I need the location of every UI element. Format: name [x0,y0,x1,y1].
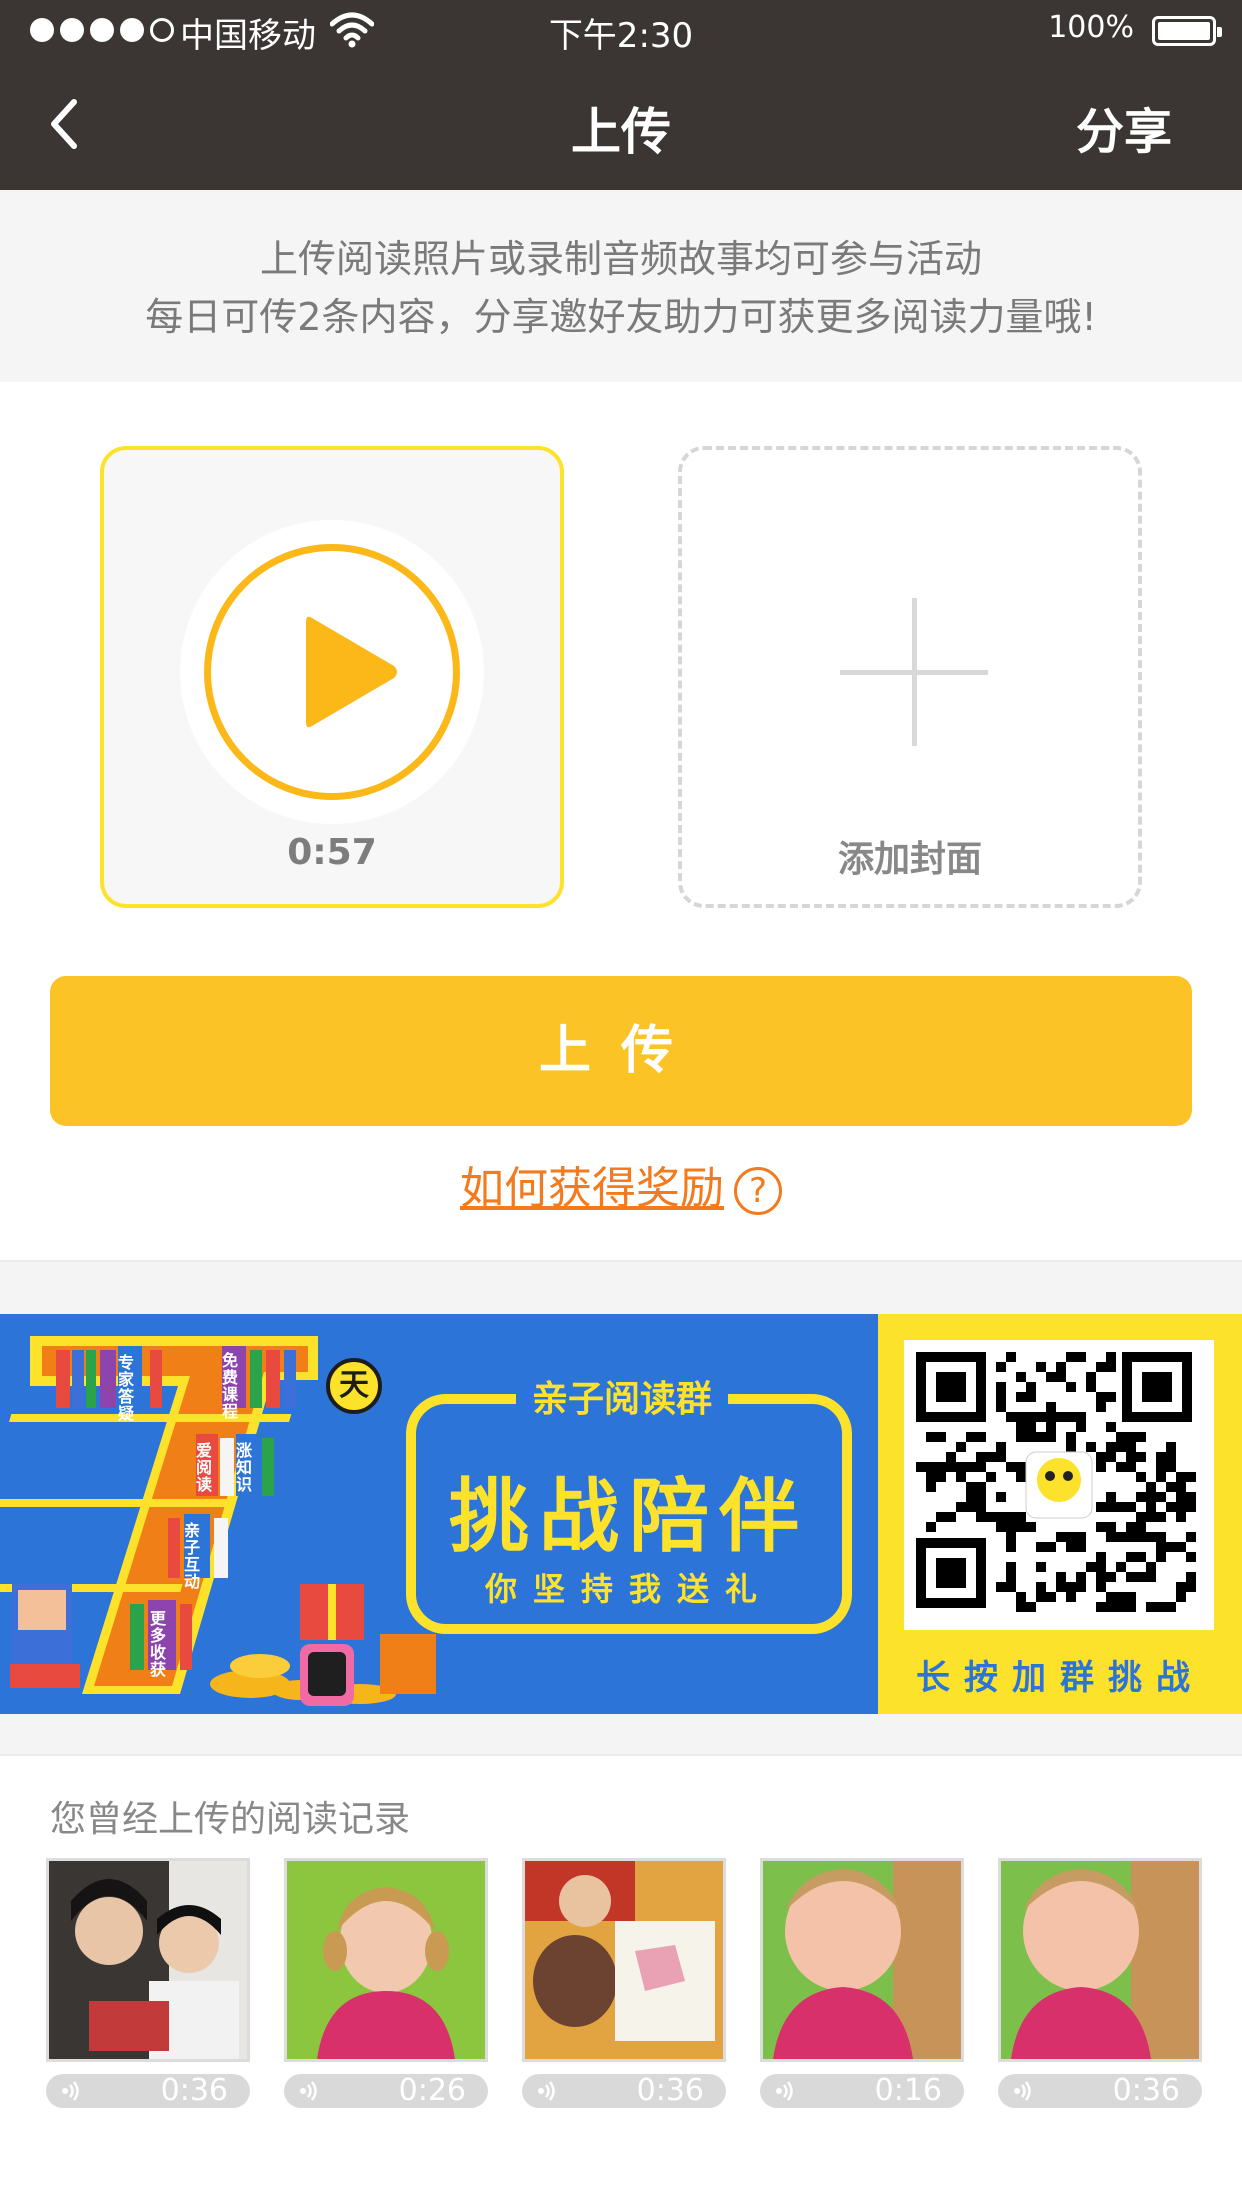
banner-kicker: 亲子阅读群 [516,1370,729,1422]
qr-code-image [916,1352,1196,1612]
history-item[interactable]: 0:26 [284,1858,488,2108]
qr-code[interactable] [904,1340,1214,1630]
shelf-label: 专家答疑 [118,1353,135,1423]
history-audio-bar[interactable]: 0:26 [284,2074,488,2108]
status-bar: 中国移动 下午2:30 100% [0,0,1242,60]
history-photo[interactable] [284,1858,488,2062]
sound-icon [300,2081,317,2101]
notice-line-2: 每日可传2条内容，分享邀好友助力可获更多阅读力量哦! [145,295,1097,339]
add-cover-label: 添加封面 [837,839,982,880]
activity-notice: 上传阅读照片或录制音频故事均可参与活动 每日可传2条内容，分享邀好友助力可获更多… [0,190,1242,382]
notice-line-1: 上传阅读照片或录制音频故事均可参与活动 [259,237,982,281]
navigation-bar: 上传 分享 [0,60,1242,190]
history-audio-bar[interactable]: 0:16 [760,2074,964,2108]
history-audio-bar[interactable]: 0:36 [522,2074,726,2108]
audio-duration: 0:57 [287,832,377,873]
top-bar: 中国移动 下午2:30 100% 上传 分享 [0,0,1242,190]
history-photo[interactable] [522,1858,726,2062]
play-icon[interactable] [302,610,400,734]
banner-title: 挑战陪伴 [449,1470,809,1563]
qr-panel[interactable]: 长按加群挑战 [878,1314,1242,1714]
history-duration: 0:36 [636,2073,704,2108]
history-title: 您曾经上传的阅读记录 [50,1799,411,1840]
promo-banner[interactable]: 专家答疑 免费课程 爱阅读 涨知识 亲子互动 更多收获 7 天 亲子阅读群 挑战… [0,1314,1242,1714]
sound-icon [538,2081,555,2101]
history-duration: 0:16 [874,2073,942,2108]
shelf-label: 更多收获 [150,1609,167,1679]
reward-help-label[interactable]: 如何获得奖励 [460,1163,724,1214]
battery-percent: 100% [1048,10,1134,45]
section-divider [0,1260,1242,1314]
qr-caption: 长按加群挑战 [916,1658,1204,1698]
sound-icon [1014,2081,1031,2101]
shelf-label: 爱阅读 [196,1441,213,1494]
history-photo[interactable] [760,1858,964,2062]
history-duration: 0:36 [160,2073,228,2108]
shelf-label: 涨知识 [236,1441,253,1494]
history-item[interactable]: 0:36 [522,1858,726,2108]
audio-card[interactable]: 0:57 [100,446,564,908]
shelf-label: 免费课程 [222,1351,239,1421]
history-item[interactable]: 0:36 [46,1858,250,2108]
banner-subtitle: 你坚持我送礼 [484,1570,773,1608]
history-photo[interactable] [998,1858,1202,2062]
question-circle-icon[interactable]: ? [734,1167,782,1215]
battery-icon [1152,16,1222,46]
day-badge: 天 [326,1358,382,1414]
section-divider [0,1714,1242,1756]
reward-help-link[interactable]: 如何获得奖励? [0,1152,1242,1216]
history-audio-bar[interactable]: 0:36 [998,2074,1202,2108]
sound-icon [776,2081,793,2101]
history-duration: 0:26 [398,2073,466,2108]
sound-icon [62,2081,79,2101]
history-photo[interactable] [46,1858,250,2062]
shelf-label: 亲子互动 [184,1521,201,1591]
history-item[interactable]: 0:16 [760,1858,964,2108]
history-item[interactable]: 0:36 [998,1858,1202,2108]
upload-button[interactable]: 上传 [50,976,1192,1126]
history-duration: 0:36 [1112,2073,1180,2108]
page-title: 上传 [571,103,671,161]
plus-icon[interactable] [840,598,988,746]
share-button[interactable]: 分享 [1076,92,1172,162]
history-list: 0:36 0:26 0:36 0:16 0:36 [46,1858,1206,2108]
add-cover-card[interactable]: 添加封面 [678,446,1142,908]
history-audio-bar[interactable]: 0:36 [46,2074,250,2108]
speech-bubble: 亲子阅读群 挑战陪伴 你坚持我送礼 [406,1370,852,1634]
